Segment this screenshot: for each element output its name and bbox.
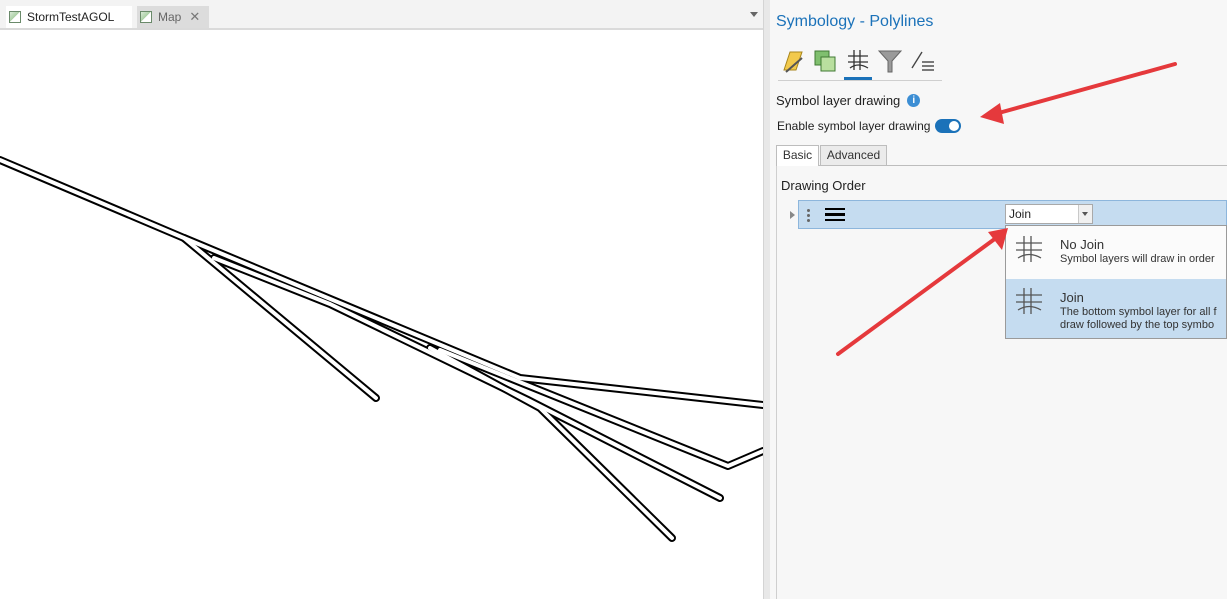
section-title-text: Symbol layer drawing [776,93,901,108]
feature-filter-icon[interactable] [876,46,904,78]
tab-map[interactable]: Map ✕ [137,6,209,28]
option-description-line: draw followed by the top symbo [1060,319,1215,331]
close-icon[interactable]: ✕ [189,9,200,25]
enable-label: Enable symbol layer drawing [777,119,931,133]
option-title: Join [1060,290,1084,305]
map-icon [9,11,21,23]
option-description: Symbol layers will draw in order [1060,253,1215,265]
vary-symbology-icon[interactable] [812,46,840,78]
option-join[interactable]: Join The bottom symbol layer for all f d… [1006,279,1226,338]
join-combo[interactable]: Join [1005,204,1093,224]
join-dropdown-list: No Join Symbol layers will draw in order… [1005,225,1227,339]
chevron-down-icon[interactable] [750,12,758,17]
info-icon[interactable]: i [907,94,921,107]
join-icon [1016,288,1042,314]
polyline-feature [210,254,724,502]
option-description: The bottom symbol layer for all f draw f… [1060,306,1217,332]
enable-toggle[interactable] [935,119,962,133]
expand-arrow-icon[interactable] [790,211,795,219]
tab-label: StormTestAGOL [27,10,115,24]
polyline-feature [180,234,767,409]
polyline-feature [0,156,380,402]
drag-handle-icon[interactable] [807,209,810,224]
enable-symbol-layer-drawing-row: Enable symbol layer drawing [777,119,962,133]
symbology-pane: Symbology - Polylines Symbol layer drawi… [770,0,1227,599]
map-view[interactable] [0,30,767,599]
map-icon [140,11,152,23]
option-title: No Join [1060,237,1105,252]
section-title: Symbol layer drawing i [776,93,921,108]
tab-advanced[interactable]: Advanced [820,145,887,165]
option-description-line: The bottom symbol layer for all f [1060,306,1217,318]
tab-basic[interactable]: Basic [776,145,819,166]
polyline-features [0,156,767,542]
label-classes-icon[interactable] [908,46,936,78]
join-combo-value: Join [1009,207,1032,221]
drawing-order-label: Drawing Order [781,178,866,193]
primary-symbology-icon[interactable] [780,46,808,78]
tab-stormtestagol[interactable]: StormTestAGOL [6,6,132,28]
sub-tab-strip: Basic Advanced [776,145,1227,166]
no-join-icon [1016,236,1042,262]
document-tab-bar: StormTestAGOL Map ✕ [0,0,763,30]
option-no-join[interactable]: No Join Symbol layers will draw in order [1006,227,1226,279]
pane-title: Symbology - Polylines [776,13,934,30]
pane-tool-tabs [778,44,942,81]
symbol-layer-drawing-icon[interactable] [844,46,872,80]
line-symbol-swatch [825,208,845,221]
chevron-down-icon[interactable] [1078,205,1092,223]
polyline-feature [426,344,676,542]
tab-label: Map [158,10,182,24]
